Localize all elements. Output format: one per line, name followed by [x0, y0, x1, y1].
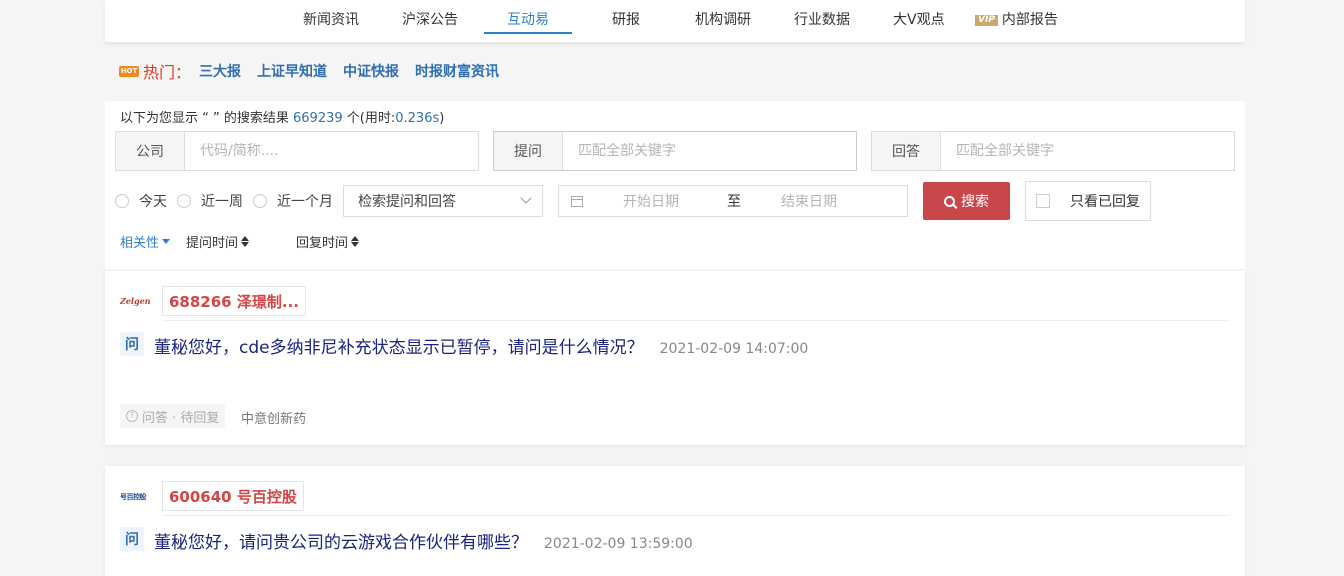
question-text: 董秘您好，cde多纳非尼补充状态显示已暂停，请问是什么情况？ [154, 338, 644, 358]
vip-icon: VIP [975, 14, 998, 26]
caret-down-icon [162, 239, 171, 244]
question-text: 董秘您好，请问贵公司的云游戏合作伙伴有哪些？ [154, 533, 528, 553]
question-time: 2021-02-09 13:59:00 [544, 536, 693, 552]
company-input[interactable] [185, 132, 478, 170]
search-button[interactable]: 搜索 [923, 182, 1010, 220]
stock-link[interactable]: 600640 号百控股 [162, 481, 304, 511]
sort-question-time[interactable]: 提问时间 [186, 232, 250, 251]
date-range-radios: 今天 近一周 近一个月 [115, 191, 343, 211]
nav-item-interaction[interactable]: 互动易 [507, 10, 549, 34]
result-card: 号百控股 600640 号百控股 问 董秘您好，请问贵公司的云游戏合作伙伴有哪些… [105, 466, 1245, 576]
status-badge: ? 问答 · 待回复 [120, 404, 226, 428]
nav-item-announcements[interactable]: 沪深公告 [402, 10, 458, 34]
start-date[interactable]: 开始日期 [623, 191, 721, 211]
answer-input[interactable] [941, 132, 1234, 170]
hot-bar: HOT 热门： 三大报 上证早知道 中证快报 时报财富资讯 [119, 59, 515, 83]
hot-link-sandabao[interactable]: 三大报 [199, 61, 241, 81]
question-input[interactable] [563, 132, 856, 170]
question-badge: 问 [120, 527, 144, 551]
radio-label: 今天 [139, 194, 167, 210]
result-card: Zelgen 688266 泽璟制... 问 董秘您好，cde多纳非尼补充状态显… [105, 271, 1245, 445]
company-logo: 号百控股 [120, 492, 147, 501]
nav-active-underline [484, 32, 572, 34]
summary-suffix: ) [439, 111, 445, 126]
search-panel: 以下为您显示 “ ” 的搜索结果 669239 个(用时:0.236s) 公司 … [105, 101, 1245, 269]
date-to-label: 至 [727, 194, 741, 210]
answer-label: 回答 [872, 132, 941, 170]
summary-mid: 个(用时: [346, 111, 396, 126]
radio-label: 近一个月 [277, 194, 333, 210]
nav-item-internal-report-label: 内部报告 [1001, 12, 1058, 28]
sort-toggle-icon [241, 236, 250, 247]
nav-item-institution-survey[interactable]: 机构调研 [695, 10, 751, 34]
sort-bar: 相关性 提问时间 回复时间 [120, 232, 360, 251]
hot-label: 热门： [143, 63, 192, 82]
sort-relevance[interactable]: 相关性 [120, 232, 171, 251]
elapsed-time: 0.236s [395, 111, 440, 126]
sort-reply-time[interactable]: 回复时间 [296, 232, 360, 251]
sort-relevance-label: 相关性 [120, 236, 160, 251]
radio-circle [177, 194, 191, 208]
stock-link[interactable]: 688266 泽璟制... [162, 286, 306, 316]
calendar-icon [571, 195, 583, 207]
nav-item-news[interactable]: 新闻资讯 [303, 10, 359, 34]
radio-month[interactable]: 近一个月 [253, 191, 337, 211]
radio-circle [115, 194, 129, 208]
topic-tag[interactable]: 中意创新药 [241, 408, 306, 427]
question-time: 2021-02-09 14:07:00 [659, 341, 809, 357]
nav-item-industry-data[interactable]: 行业数据 [794, 10, 850, 34]
sort-question-time-label: 提问时间 [186, 236, 239, 251]
sort-toggle-icon [351, 236, 360, 247]
sort-reply-time-label: 回复时间 [296, 236, 349, 251]
company-field: 公司 [115, 131, 479, 171]
divider [162, 515, 1230, 516]
radio-today[interactable]: 今天 [115, 191, 171, 211]
question-field: 提问 [493, 131, 857, 171]
radio-circle [253, 194, 267, 208]
question-mark-icon: ? [126, 410, 138, 422]
search-icon [944, 195, 955, 207]
summary-prefix: 以下为您显示 “ ” 的搜索结果 [120, 111, 289, 126]
scope-select[interactable]: 检索提问和回答 [343, 185, 543, 217]
only-replied-checkbox[interactable]: 只看已回复 [1025, 181, 1151, 221]
nav-item-internal-report[interactable]: VIP 内部报告 [975, 10, 1058, 34]
checkbox-box [1036, 194, 1050, 208]
hot-icon: HOT [119, 65, 139, 77]
status-text: 问答 · 待回复 [142, 410, 220, 426]
question-badge: 问 [120, 332, 144, 356]
question-link[interactable]: 董秘您好，请问贵公司的云游戏合作伙伴有哪些？ 2021-02-09 13:59:0… [154, 528, 693, 553]
hot-link-zhongzheng[interactable]: 中证快报 [343, 61, 399, 81]
only-replied-label: 只看已回复 [1070, 194, 1140, 210]
nav-item-bigv[interactable]: 大V观点 [893, 10, 945, 34]
search-summary: 以下为您显示 “ ” 的搜索结果 669239 个(用时:0.236s) [120, 107, 444, 126]
result-count: 669239 [293, 111, 343, 126]
company-logo: Zelgen [120, 296, 151, 306]
scope-select-value: 检索提问和回答 [358, 194, 456, 210]
chevron-down-icon [520, 192, 532, 204]
radio-week[interactable]: 近一周 [177, 191, 247, 211]
divider [162, 320, 1230, 321]
hot-link-shibao[interactable]: 时报财富资讯 [415, 61, 499, 81]
top-nav: 新闻资讯 沪深公告 互动易 研报 机构调研 行业数据 大V观点 VIP 内部报告 [105, 0, 1245, 42]
radio-label: 近一周 [201, 194, 243, 210]
answer-field: 回答 [871, 131, 1235, 171]
company-label: 公司 [116, 132, 185, 170]
search-button-label: 搜索 [961, 194, 989, 210]
question-link[interactable]: 董秘您好，cde多纳非尼补充状态显示已暂停，请问是什么情况？ 2021-02-09… [154, 333, 808, 358]
hot-link-shangzheng[interactable]: 上证早知道 [257, 61, 327, 81]
question-label: 提问 [494, 132, 563, 170]
nav-item-research[interactable]: 研报 [612, 10, 640, 34]
date-range-picker[interactable]: 开始日期 至 结束日期 [558, 185, 908, 217]
end-date[interactable]: 结束日期 [781, 191, 837, 211]
